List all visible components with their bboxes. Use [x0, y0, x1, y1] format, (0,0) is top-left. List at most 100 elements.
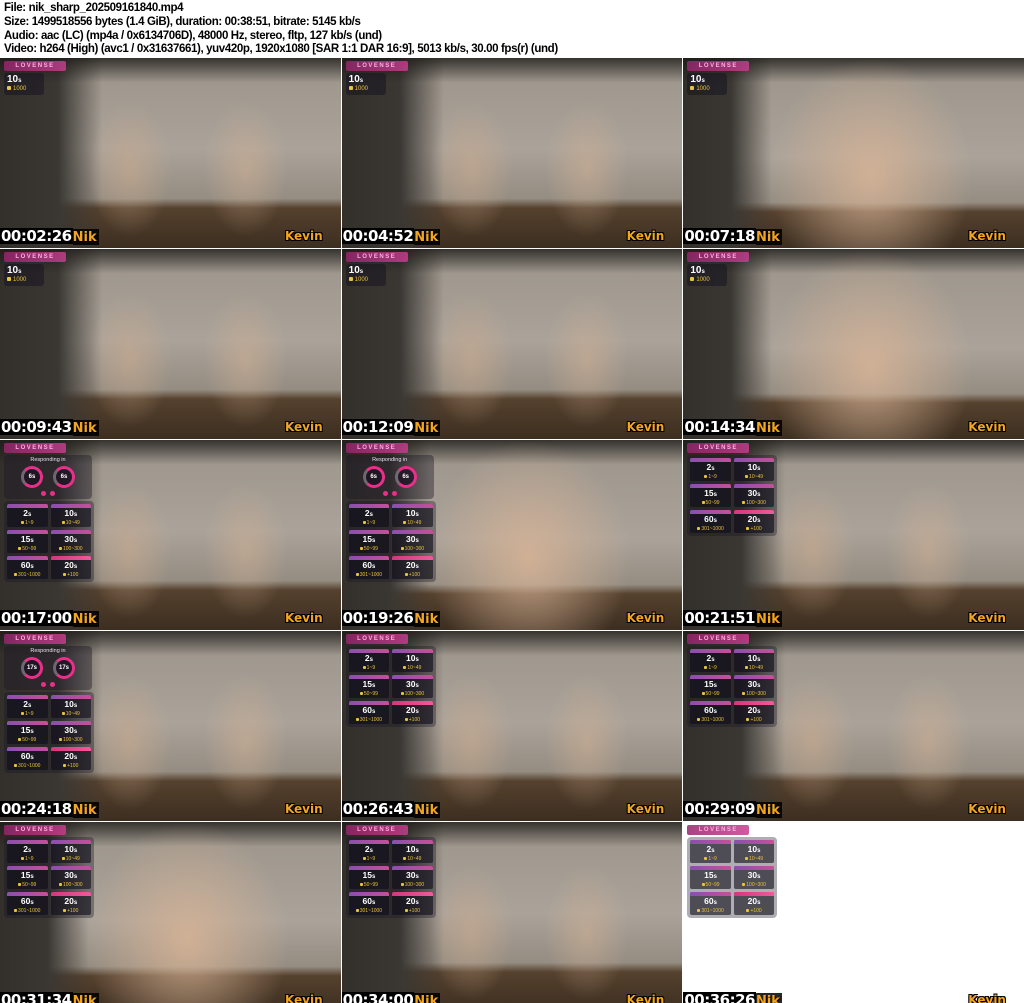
tip-tile-amount-value: 30: [747, 488, 758, 498]
tip-tile: 30s 100~300: [733, 484, 775, 507]
tip-tile: 10s 10~49: [50, 695, 92, 718]
tip-tile-amount-suffix: s: [415, 657, 419, 663]
response-gauge-panel: Responding in 6s 6s: [4, 455, 92, 499]
tip-tile-token-range: 1~9: [7, 520, 48, 526]
video-thumbnail: LOVENSE Responding in 17s 17s 2s 1~9 10s 10~49 1…: [0, 631, 341, 821]
model-name-right: Kevin: [626, 802, 665, 816]
tip-tile-token-range: 100~300: [51, 737, 92, 743]
meta-line-video: Video: h264 (High) (avc1 / 0x31637661), …: [4, 41, 558, 56]
video-thumbnail: LOVENSE 2s 1~9 10s 10~49 15s 50~99 30s 100~300 60…: [341, 631, 683, 821]
tip-tile-amount-suffix: s: [757, 709, 761, 715]
tip-tile-amount-suffix: s: [73, 900, 78, 906]
tip-tile-amount-suffix: s: [757, 518, 761, 524]
tip-menu-overlay: 2s 1~9 10s 10~49 15s 50~99 30s 100~300 60s 301~10…: [345, 837, 436, 918]
tip-tile: 30s 100~300: [50, 866, 91, 889]
video-thumbnail: LOVENSE 2s 1~9 10s 10~49 15s 50~99 30s 100~300 60…: [0, 822, 341, 1003]
tip-tile-token-range: 301~1000: [690, 908, 731, 914]
tip-tile: 20s +100: [50, 556, 92, 579]
timestamp-label: 00:21:51: [683, 609, 756, 627]
tip-tile-amount-suffix: s: [30, 564, 34, 570]
tip-tile-token-range: +100: [51, 572, 92, 578]
model-name-right: Kevin: [968, 993, 1006, 1003]
timestamp-label: 00:31:34: [0, 992, 73, 1003]
tip-tile-amount-suffix: s: [73, 703, 78, 709]
cam-overlay: LOVENSE 2s 1~9 10s 10~49 15s 50~99 30s 100~300 60…: [686, 633, 778, 727]
cam-overlay: LOVENSE 10s 1000: [686, 60, 778, 95]
tip-tile-amount-value: 20: [64, 751, 74, 761]
tip-tile-amount-suffix: s: [30, 900, 34, 906]
tip-tile-token-range: 50~99: [349, 691, 390, 697]
model-name-left: Nik: [414, 802, 441, 818]
tip-tile-amount-value: 10: [747, 844, 758, 854]
tip-tile-amount-value: 30: [64, 870, 74, 880]
tip-tile-amount: 15s: [690, 679, 731, 691]
tip-menu-overlay: 2s 1~9 10s 10~49 15s 50~99 30s 100~300 60s 301~10…: [4, 837, 94, 918]
goal-tile: 10s 1000: [4, 73, 44, 95]
tip-menu-overlay: 2s 1~9 10s 10~49 15s 50~99 30s 100~300 60s 301~10…: [345, 501, 436, 582]
timestamp-bar: 00:26:43 Nik: [341, 801, 441, 818]
tip-tile: 10s 10~49: [392, 504, 433, 527]
tip-tile-amount-value: 60: [704, 896, 714, 906]
tip-tile-amount-value: 60: [704, 514, 714, 524]
tip-tile-amount-suffix: s: [713, 518, 717, 524]
goal-amount-suffix: s: [18, 269, 22, 275]
timestamp-label: 00:19:26: [341, 609, 415, 627]
tip-tile-amount: 10s: [734, 462, 775, 474]
gauge-seconds: 17s: [26, 665, 37, 671]
tip-tile-token-range: 50~99: [690, 882, 731, 888]
tip-tile-token-range: 10~49: [734, 856, 775, 862]
tip-tile-amount: 20s: [51, 560, 92, 572]
tip-tile-amount-suffix: s: [415, 709, 419, 715]
gauge-ring-left: 17s: [21, 657, 43, 679]
tip-tile: 60s 301~1000: [348, 701, 390, 724]
timestamp-label: 00:07:18: [683, 227, 756, 245]
tip-tile-amount-value: 15: [362, 534, 372, 544]
tip-menu-overlay: 2s 1~9 10s 10~49 15s 50~99 30s 100~300 60s 301~10…: [4, 692, 94, 773]
tip-tile-amount-suffix: s: [73, 848, 78, 854]
tip-tile-amount-suffix: s: [711, 848, 715, 854]
tip-tile: 30s 100~300: [733, 866, 775, 889]
tip-tile-amount: 60s: [349, 705, 390, 717]
cam-overlay: LOVENSE 2s 1~9 10s 10~49 15s 50~99 30s 100~300 60…: [686, 442, 778, 536]
toy-dot-icon: [50, 682, 55, 687]
tip-tile-amount-value: 20: [747, 896, 758, 906]
tip-tile-token-range: 301~1000: [7, 572, 48, 578]
timestamp-bar: 00:04:52 Nik: [341, 228, 441, 245]
tip-tile-token-range: 301~1000: [7, 908, 48, 914]
cam-overlay: LOVENSE 10s 1000: [3, 60, 95, 95]
tip-tile: 2s 1~9: [7, 695, 48, 718]
toy-dot-icon: [41, 682, 46, 687]
tip-tile-amount-suffix: s: [369, 848, 373, 854]
tip-tile-amount-suffix: s: [27, 703, 32, 709]
gauge-ring-right: 6s: [53, 466, 75, 488]
tip-tile-token-range: 301~1000: [349, 717, 390, 723]
lovense-watermark: LOVENSE: [687, 825, 750, 835]
goal-amount-value: 10: [7, 74, 19, 85]
lovense-watermark: LOVENSE: [687, 634, 750, 644]
tip-tile: 10s 10~49: [392, 840, 433, 863]
cam-overlay: LOVENSE 2s 1~9 10s 10~49 15s 50~99 30s 100~300 60…: [3, 824, 95, 918]
tip-tile-amount-value: 60: [704, 705, 714, 715]
tip-tile-token-range: 1~9: [7, 711, 48, 717]
tip-tile-token-range: 100~300: [392, 691, 433, 697]
tip-tile-amount-suffix: s: [415, 874, 419, 880]
tip-tile: 30s 100~300: [733, 675, 775, 698]
tip-tile: 15s 50~99: [690, 484, 731, 507]
tip-tile-token-range: 1~9: [690, 856, 731, 862]
goal-token-count: 1000: [349, 277, 383, 284]
tip-tile-amount: 15s: [349, 870, 390, 882]
tip-tile-amount-value: 15: [704, 679, 714, 689]
tip-tile: 10s 10~49: [733, 649, 775, 672]
tip-tile-amount-suffix: s: [371, 900, 376, 906]
cam-overlay: LOVENSE 10s 1000: [686, 251, 778, 286]
model-name-left: Nik: [414, 229, 441, 245]
tip-tile-amount: 20s: [392, 896, 433, 908]
tip-tile-amount-suffix: s: [415, 512, 419, 518]
tip-tile: 15s 50~99: [7, 530, 48, 553]
gauge-label: Responding in: [372, 457, 408, 463]
tip-tile-amount: 10s: [51, 699, 92, 711]
toy-dots: [346, 491, 434, 496]
lovense-watermark: LOVENSE: [687, 443, 750, 453]
tip-tile-amount: 15s: [7, 725, 48, 737]
tip-tile-amount-suffix: s: [713, 492, 717, 498]
